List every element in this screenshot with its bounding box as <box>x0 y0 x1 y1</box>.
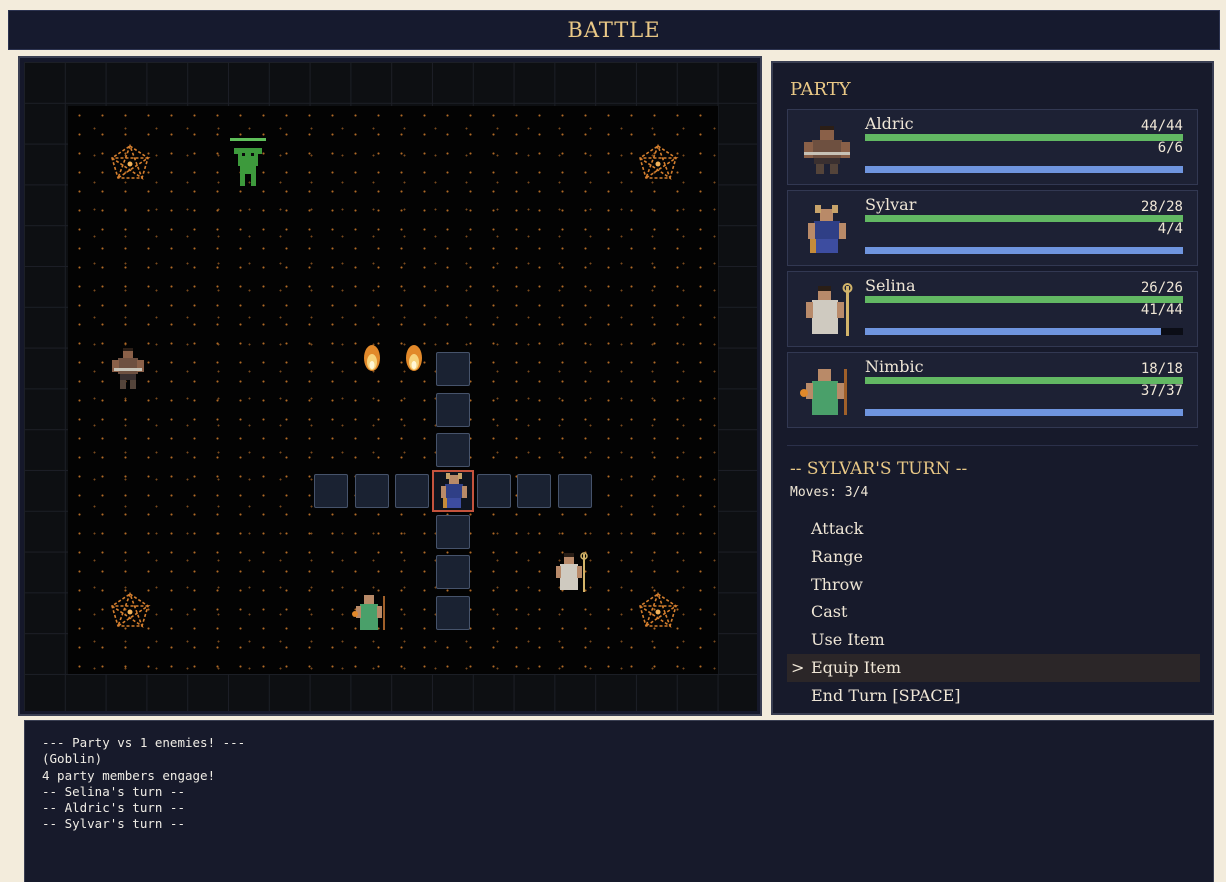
move-tile[interactable] <box>395 474 429 508</box>
hp-value: 18/18 <box>1140 361 1183 377</box>
menu-item-label: Range <box>811 546 863 566</box>
menu-item-label: Use Item <box>811 630 885 650</box>
move-tile[interactable] <box>436 393 470 427</box>
turn-title: -- SYLVAR'S TURN -- <box>790 459 968 479</box>
move-tile[interactable] <box>436 433 470 467</box>
moves-counter: Moves: 3/4 <box>790 485 869 500</box>
move-tile[interactable] <box>436 555 470 589</box>
mp-bar <box>865 328 1183 335</box>
mp-value: 4/4 <box>1157 221 1183 237</box>
hp-bar <box>865 134 1183 141</box>
mp-bar-fill <box>865 328 1162 335</box>
action-menu: Attack Range Throw Cast Use Item > Equip … <box>787 515 1200 710</box>
mp-value: 6/6 <box>1157 140 1183 156</box>
menu-item-label: Cast <box>811 602 848 622</box>
sylvar-portrait-icon <box>808 205 846 253</box>
mp-bar-fill <box>865 166 1183 173</box>
hp-value: 44/44 <box>1140 118 1183 134</box>
party-panel: PARTY Aldric 44/44 6/6 Sylvar 28/28 4/4 … <box>771 61 1214 715</box>
hp-bar-fill <box>865 296 1183 303</box>
nimbic-portrait-icon <box>800 369 847 415</box>
menu-item-label: End Turn [SPACE] <box>811 685 961 705</box>
hp-bar <box>865 215 1183 222</box>
menu-cursor-icon: > <box>791 657 805 677</box>
nimbic-mage-icon[interactable] <box>350 592 390 634</box>
hp-bar <box>865 377 1183 384</box>
mp-bar-fill <box>865 247 1183 254</box>
mp-value: 41/44 <box>1140 302 1183 318</box>
log-line: (Goblin) <box>42 751 103 767</box>
rune-circle-icon <box>111 144 151 181</box>
hp-bar-fill <box>865 377 1183 384</box>
log-line: 4 party members engage! <box>42 767 216 783</box>
hp-bar-fill <box>865 134 1183 141</box>
move-tile[interactable] <box>436 352 470 386</box>
rune-circle-icon <box>111 592 151 629</box>
rune-circle-icon <box>639 592 679 629</box>
rune-circle-icon <box>639 144 679 181</box>
party-member-card[interactable]: Aldric 44/44 6/6 <box>787 109 1198 185</box>
party-member-card[interactable]: Selina 26/26 41/44 <box>787 271 1198 347</box>
combat-log: --- Party vs 1 enemies! --- (Goblin) 4 p… <box>24 720 1214 882</box>
member-name: Nimbic <box>865 357 924 376</box>
hp-value: 26/26 <box>1140 280 1183 296</box>
move-tile[interactable] <box>558 474 592 508</box>
battle-grid[interactable] <box>24 62 757 711</box>
member-name: Sylvar <box>865 195 917 214</box>
aldric-portrait-icon <box>804 126 850 174</box>
move-tile[interactable] <box>436 515 470 549</box>
menu-item-equip-item[interactable]: > Equip Item <box>787 653 1200 682</box>
member-name: Selina <box>865 276 916 295</box>
menu-item-cast[interactable]: Cast <box>787 598 1200 626</box>
menu-item-label: Throw <box>811 574 863 594</box>
menu-item-attack[interactable]: Attack <box>787 515 1200 543</box>
log-line: -- Selina's turn -- <box>42 783 185 799</box>
aldric-warrior-icon[interactable] <box>110 346 146 390</box>
move-tile[interactable] <box>436 596 470 630</box>
selina-portrait-icon <box>806 283 853 336</box>
mp-value: 37/37 <box>1140 383 1183 399</box>
move-tile[interactable] <box>355 474 389 508</box>
mp-bar-fill <box>865 409 1183 416</box>
mp-bar <box>865 166 1183 173</box>
mp-bar <box>865 409 1183 416</box>
hp-bar <box>865 296 1183 303</box>
torch-flame-icon <box>406 345 422 371</box>
sylvar-archer-icon[interactable] <box>435 472 473 510</box>
menu-item-use-item[interactable]: Use Item <box>787 626 1200 654</box>
move-tile[interactable] <box>314 474 348 508</box>
log-line: -- Aldric's turn -- <box>42 800 185 816</box>
selina-cleric-icon[interactable] <box>552 552 590 594</box>
menu-item-label: Attack <box>811 519 864 538</box>
hp-value: 28/28 <box>1140 199 1183 215</box>
move-tile[interactable] <box>477 474 511 508</box>
goblin-enemy-icon[interactable] <box>230 136 266 188</box>
move-tile[interactable] <box>517 474 551 508</box>
menu-item-end-turn[interactable]: End Turn [SPACE] <box>787 682 1200 710</box>
menu-item-label: Equip Item <box>811 657 902 677</box>
mp-bar <box>865 247 1183 254</box>
battle-title: BATTLE <box>8 10 1220 50</box>
log-line: -- Sylvar's turn -- <box>42 816 185 832</box>
member-name: Aldric <box>865 114 914 133</box>
menu-item-range[interactable]: Range <box>787 543 1200 571</box>
log-line: --- Party vs 1 enemies! --- <box>42 735 246 750</box>
dungeon-floor[interactable] <box>68 106 718 674</box>
party-title: PARTY <box>790 79 851 100</box>
party-member-card[interactable]: Sylvar 28/28 4/4 <box>787 190 1198 266</box>
divider <box>787 445 1198 446</box>
party-member-card[interactable]: Nimbic 18/18 37/37 <box>787 352 1198 428</box>
torch-flame-icon <box>364 345 380 371</box>
battle-map-panel <box>18 56 762 716</box>
menu-item-throw[interactable]: Throw <box>787 571 1200 599</box>
hp-bar-fill <box>865 215 1183 222</box>
